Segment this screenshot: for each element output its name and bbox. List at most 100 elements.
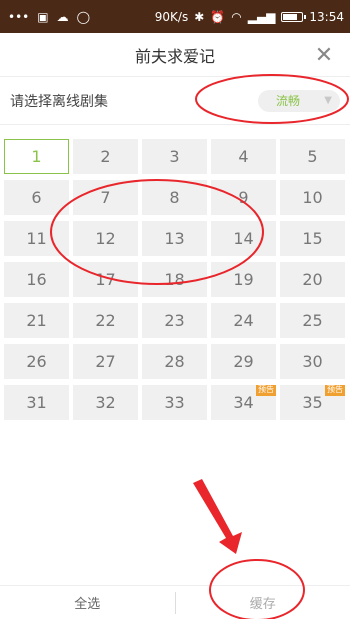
episode-17[interactable]: 17 [73,262,138,297]
episode-number: 2 [100,147,111,166]
episode-number: 5 [307,147,318,166]
episode-22[interactable]: 22 [73,303,138,338]
episode-30[interactable]: 30 [280,344,345,379]
episode-number: 35 [302,393,323,412]
episode-number: 14 [233,229,254,248]
annotation-arrow [193,479,242,554]
close-icon: ✕ [314,42,334,68]
episode-number: 10 [302,188,323,207]
episode-number: 27 [95,352,116,371]
episode-number: 7 [100,188,111,207]
episode-number: 13 [164,229,185,248]
episode-29[interactable]: 29 [211,344,276,379]
more-dots-icon: ••• [8,9,30,24]
episode-number: 31 [26,393,47,412]
signal-icon: ▂▄▆ [247,9,276,24]
episode-number: 30 [302,352,323,371]
episode-number: 22 [95,311,116,330]
episode-10[interactable]: 10 [280,180,345,215]
status-bar: ••• ▣ ☁ ◯ 90K/s ✱ ⏰ ◠ ▂▄▆ 13:54 [0,0,350,33]
episode-19[interactable]: 19 [211,262,276,297]
episode-number: 3 [169,147,180,166]
status-left: ••• ▣ ☁ ◯ [8,11,90,23]
episode-15[interactable]: 15 [280,221,345,256]
quality-value: 流畅 [276,94,301,108]
episode-number: 1 [31,147,42,166]
episode-21[interactable]: 21 [4,303,69,338]
episode-number: 28 [164,352,185,371]
status-time: 13:54 [309,9,344,24]
episode-8[interactable]: 8 [142,180,207,215]
episode-18[interactable]: 18 [142,262,207,297]
episode-grid: 1 2 3 4 5 6 7 8 9 10 11 12 13 14 15 16 17 18 19 20 21 22 23 24 2… [4,139,345,420]
episode-number: 21 [26,311,47,330]
episode-35[interactable]: 35 预告 [280,385,345,420]
quality-dropdown[interactable]: 流畅 ▼ [258,89,340,112]
episode-7[interactable]: 7 [73,180,138,215]
episode-number: 12 [95,229,116,248]
episode-3[interactable]: 3 [142,139,207,174]
episode-5[interactable]: 5 [280,139,345,174]
wifi-icon: ◠ [231,9,242,24]
episode-32[interactable]: 32 [73,385,138,420]
chat-icon: ◯ [76,9,91,24]
episode-number: 15 [302,229,323,248]
episode-6[interactable]: 6 [4,180,69,215]
episode-20[interactable]: 20 [280,262,345,297]
preview-badge: 预告 [256,385,276,396]
alarm-icon: ⏰ [210,9,226,24]
episode-number: 26 [26,352,47,371]
close-button[interactable]: ✕ [310,41,338,69]
episode-number: 25 [302,311,323,330]
episode-11[interactable]: 11 [4,221,69,256]
cache-button[interactable]: 缓存 [176,593,350,612]
episode-number: 17 [95,270,116,289]
episode-28[interactable]: 28 [142,344,207,379]
episode-number: 8 [169,188,180,207]
select-episodes-label: 请选择离线剧集 [10,93,108,110]
bottom-bar: 全选 缓存 [0,585,350,619]
battery-icon [281,11,307,22]
episode-number: 20 [302,270,323,289]
preview-badge: 预告 [325,385,345,396]
episode-2[interactable]: 2 [73,139,138,174]
episode-number: 11 [26,229,47,248]
page-title: 前夫求爱记 [134,46,215,66]
episode-1[interactable]: 1 [4,139,69,174]
episode-number: 9 [238,188,249,207]
episode-number: 29 [233,352,254,371]
episode-9[interactable]: 9 [211,180,276,215]
episode-31[interactable]: 31 [4,385,69,420]
image-icon: ▣ [37,9,49,24]
select-all-button[interactable]: 全选 [0,593,175,612]
episode-number: 33 [164,393,185,412]
episode-number: 19 [233,270,254,289]
episode-number: 4 [238,147,249,166]
episode-24[interactable]: 24 [211,303,276,338]
status-right: 90K/s ✱ ⏰ ◠ ▂▄▆ 13:54 [155,10,344,24]
episode-25[interactable]: 25 [280,303,345,338]
episode-number: 34 [233,393,254,412]
episode-number: 16 [26,270,47,289]
episode-33[interactable]: 33 [142,385,207,420]
episode-16[interactable]: 16 [4,262,69,297]
episode-34[interactable]: 34 预告 [211,385,276,420]
episode-23[interactable]: 23 [142,303,207,338]
episode-13[interactable]: 13 [142,221,207,256]
episode-number: 32 [95,393,116,412]
bluetooth-icon: ✱ [194,9,205,24]
episode-select-row: 请选择离线剧集 流畅 ▼ [0,77,350,125]
episode-26[interactable]: 26 [4,344,69,379]
episode-12[interactable]: 12 [73,221,138,256]
episode-14[interactable]: 14 [211,221,276,256]
episode-number: 24 [233,311,254,330]
cloud-icon: ☁ [56,9,69,24]
episode-27[interactable]: 27 [73,344,138,379]
network-speed: 90K/s [154,9,189,24]
episode-number: 6 [31,188,42,207]
episode-number: 18 [164,270,185,289]
episode-4[interactable]: 4 [211,139,276,174]
dialog-header: 前夫求爱记 ✕ [0,33,350,77]
episode-number: 23 [164,311,185,330]
chevron-down-icon: ▼ [324,95,332,106]
